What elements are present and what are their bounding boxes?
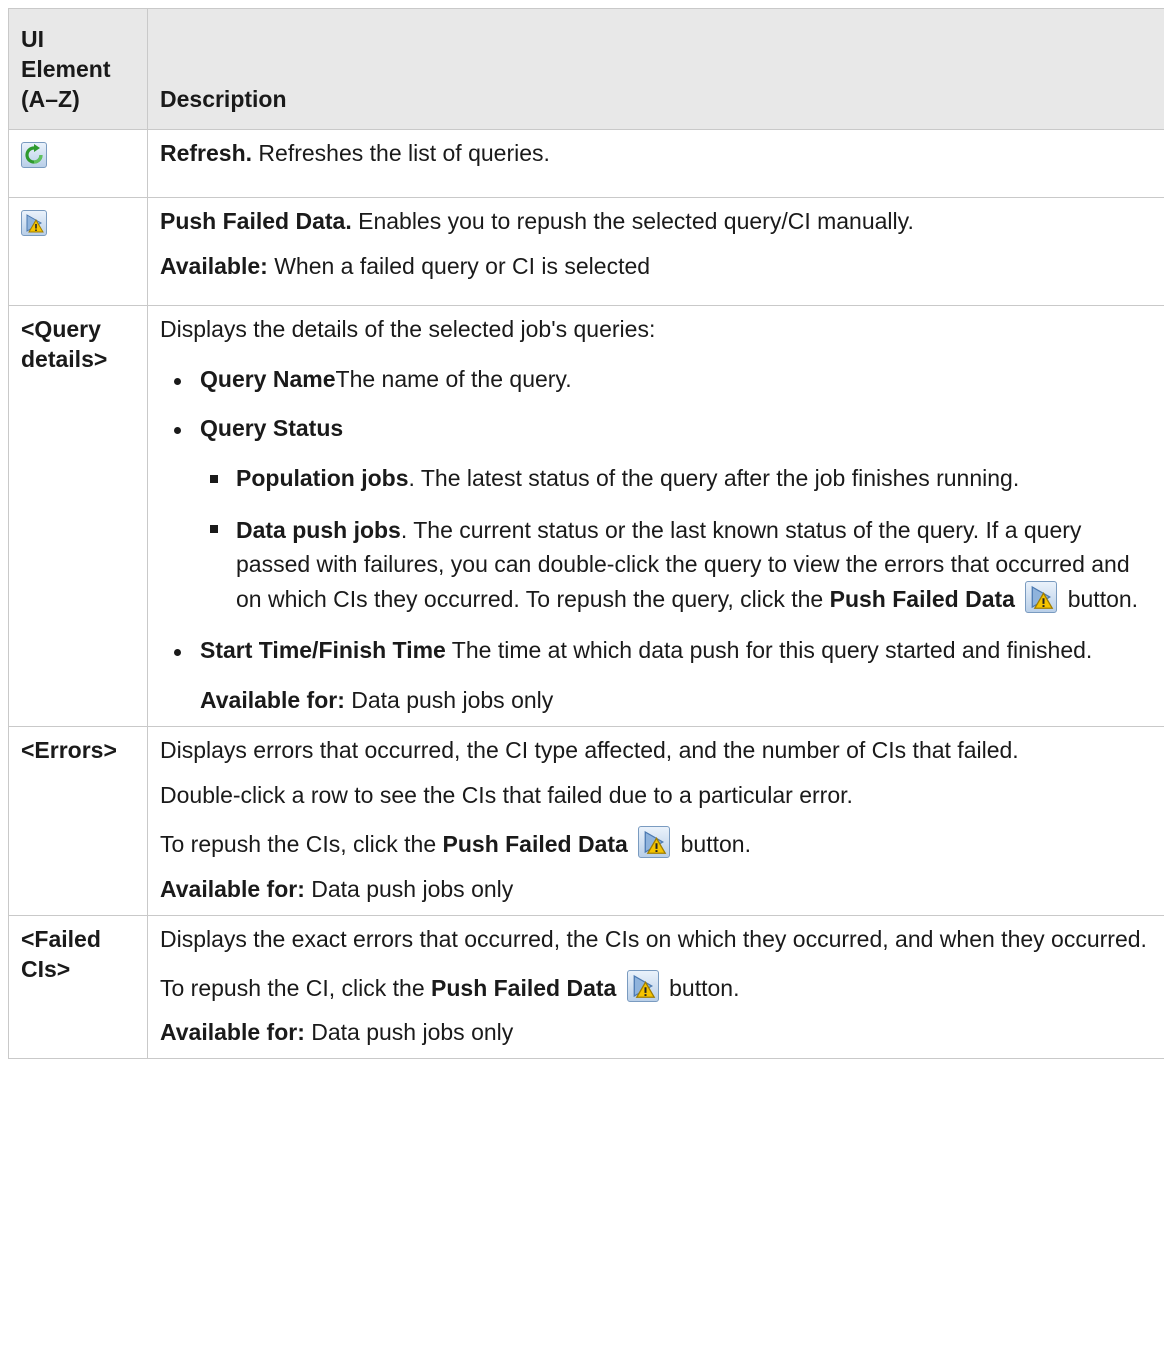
data-push-jobs-label: Data push jobs — [236, 517, 401, 544]
push-text: Enables you to repush the selected query… — [351, 207, 914, 234]
table-row-push-failed-data: Push Failed Data. Enables you to repush … — [8, 196, 1164, 306]
errors-avail-label: Available for: — [160, 875, 305, 902]
query-avail-label: Available for: — [200, 687, 345, 714]
cell-element-push — [8, 196, 148, 306]
time-text: The time at which data push for this que… — [445, 637, 1093, 664]
errors-p2: Double-click a row to see the CIs that f… — [160, 781, 853, 808]
push-title: Push Failed Data. — [160, 207, 352, 234]
cell-description-query-details: Displays the details of the selected job… — [147, 304, 1164, 728]
population-jobs-label: Population jobs — [236, 465, 409, 492]
refresh-icon[interactable] — [21, 141, 47, 168]
errors-avail-text: Data push jobs only — [304, 875, 514, 902]
list-item-start-finish-time: Start Time/Finish Time The time at which… — [160, 636, 1152, 666]
table-row-refresh: Refresh. Refreshes the list of queries. — [8, 128, 1164, 198]
cell-description-failed-cis: Displays the exact errors that occurred,… — [147, 914, 1164, 1060]
failed-p2-pre: To repush the CI, click the — [160, 974, 432, 1001]
cell-description-errors: Displays errors that occurred, the CI ty… — [147, 726, 1164, 916]
query-status-sublist: Population jobs. The latest status of th… — [200, 464, 1152, 616]
refresh-text: Refreshes the list of queries. — [252, 139, 550, 166]
errors-p3-pre: To repush the CIs, click the — [160, 830, 443, 857]
list-item-query-name: Query NameThe name of the query. — [160, 365, 1152, 395]
query-avail-text: Data push jobs only — [344, 687, 554, 714]
table-row-failed-cis: <Failed CIs> Displays the exact errors t… — [8, 914, 1164, 1060]
cell-description-refresh: Refresh. Refreshes the list of queries. — [147, 128, 1164, 198]
data-push-button-label: Push Failed Data — [829, 585, 1015, 612]
cell-description-push: Push Failed Data. Enables you to repush … — [147, 196, 1164, 306]
push-failed-data-icon[interactable] — [1025, 580, 1058, 613]
failed-button-label: Push Failed Data — [431, 974, 617, 1001]
failed-p2-end: button. — [662, 974, 740, 1001]
query-status-label: Query Status — [200, 415, 344, 442]
query-details-list: Query NameThe name of the query. Query S… — [160, 365, 1152, 667]
header-description: Description — [147, 8, 1164, 130]
ui-element-table: UI Element (A–Z) Description Refresh. Re… — [8, 8, 1164, 1060]
query-intro: Displays the details of the selected job… — [160, 315, 656, 342]
query-name-label: Query Name — [200, 365, 336, 392]
cell-element-query-details: <Query details> — [8, 304, 148, 728]
push-avail-label: Available: — [160, 252, 268, 279]
list-item-data-push-jobs: Data push jobs. The current status or th… — [200, 514, 1152, 616]
table-header-row: UI Element (A–Z) Description — [8, 8, 1164, 130]
list-item-population-jobs: Population jobs. The latest status of th… — [200, 464, 1152, 494]
data-push-jobs-end: button. — [1061, 585, 1139, 612]
population-jobs-text: . The latest status of the query after t… — [408, 465, 1020, 492]
errors-p3-end: button. — [674, 830, 751, 857]
errors-p1: Displays errors that occurred, the CI ty… — [160, 737, 1019, 764]
errors-button-label: Push Failed Data — [442, 830, 628, 857]
cell-element-refresh — [8, 128, 148, 198]
time-label: Start Time/Finish Time — [200, 637, 446, 664]
refresh-title: Refresh. — [160, 139, 253, 166]
failed-avail-text: Data push jobs only — [304, 1019, 514, 1046]
table-row-query-details: <Query details> Displays the details of … — [8, 304, 1164, 728]
failed-avail-label: Available for: — [160, 1019, 305, 1046]
list-item-query-status: Query Status Population jobs. The latest… — [160, 414, 1152, 616]
table-row-errors: <Errors> Displays errors that occurred, … — [8, 726, 1164, 916]
push-failed-data-icon[interactable] — [626, 969, 659, 1002]
cell-element-failed-cis: <Failed CIs> — [8, 914, 148, 1060]
push-failed-data-icon[interactable] — [638, 825, 671, 858]
failed-p1: Displays the exact errors that occurred,… — [160, 925, 1147, 952]
header-ui-element: UI Element (A–Z) — [8, 8, 148, 130]
query-name-text: The name of the query. — [335, 365, 572, 392]
push-avail-text: When a failed query or CI is selected — [267, 252, 651, 279]
cell-element-errors: <Errors> — [8, 726, 148, 916]
push-failed-data-icon[interactable] — [21, 209, 47, 236]
